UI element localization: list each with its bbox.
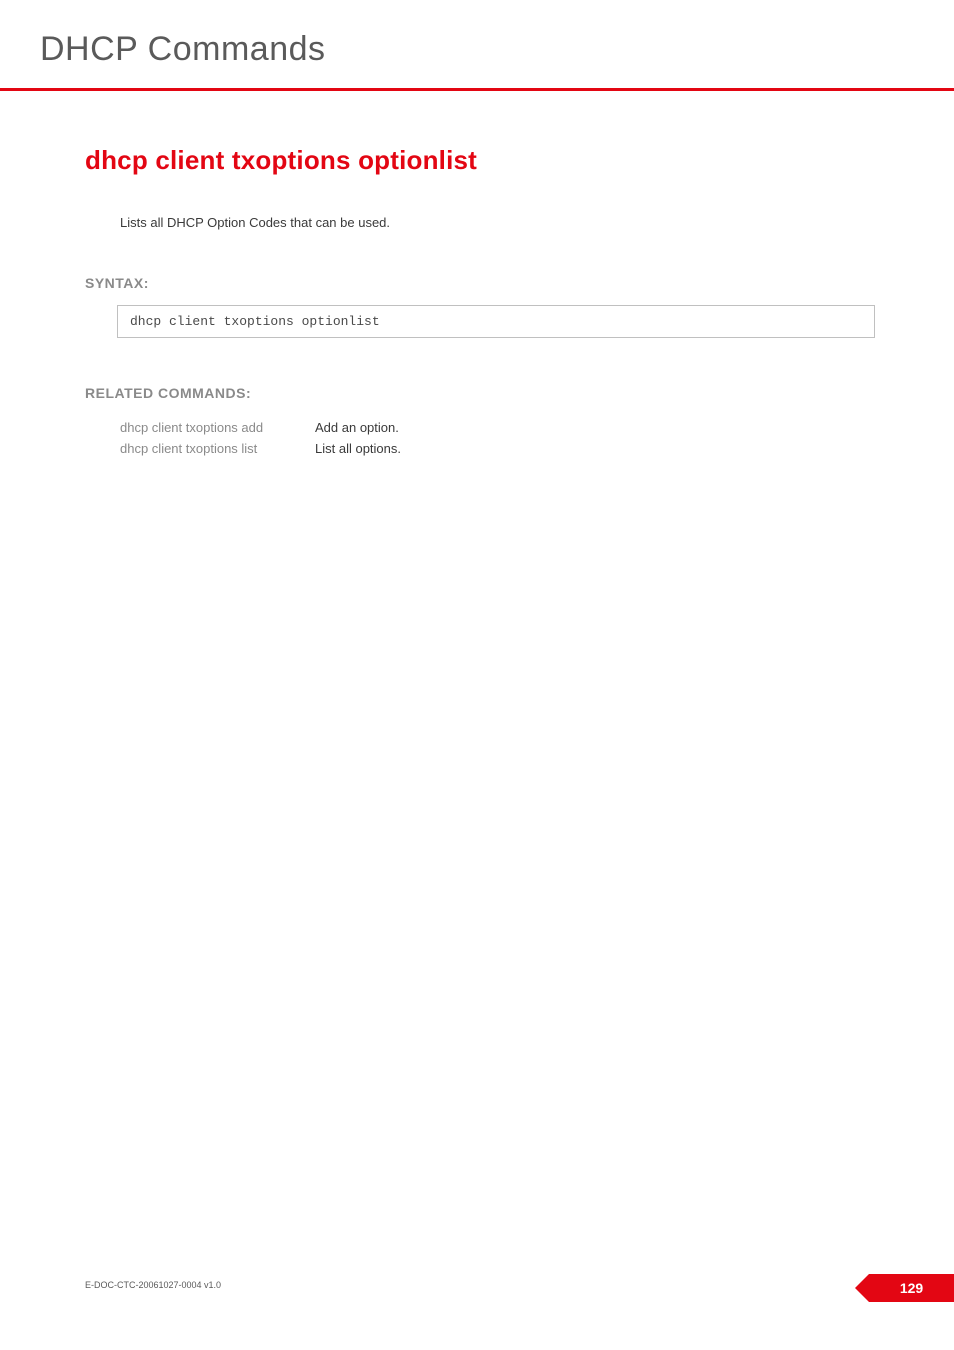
- header-divider: [0, 88, 954, 91]
- section-description: Lists all DHCP Option Codes that can be …: [120, 215, 390, 230]
- syntax-code-box: dhcp client txoptions optionlist: [117, 305, 875, 338]
- related-command-description: List all options.: [315, 441, 401, 456]
- related-command-description: Add an option.: [315, 420, 399, 435]
- related-commands-label: RELATED COMMANDS:: [85, 385, 251, 401]
- related-command-link[interactable]: dhcp client txoptions list: [120, 441, 315, 456]
- related-commands-table: dhcp client txoptions add Add an option.…: [120, 420, 401, 462]
- footer-doc-id: E-DOC-CTC-20061027-0004 v1.0: [85, 1280, 221, 1290]
- page-number: 129: [900, 1280, 923, 1296]
- section-heading: dhcp client txoptions optionlist: [85, 145, 477, 176]
- table-row: dhcp client txoptions list List all opti…: [120, 441, 401, 456]
- syntax-label: SYNTAX:: [85, 275, 149, 291]
- chapter-title: DHCP Commands: [40, 30, 326, 69]
- page-number-badge: 129: [869, 1274, 954, 1302]
- table-row: dhcp client txoptions add Add an option.: [120, 420, 401, 435]
- related-command-link[interactable]: dhcp client txoptions add: [120, 420, 315, 435]
